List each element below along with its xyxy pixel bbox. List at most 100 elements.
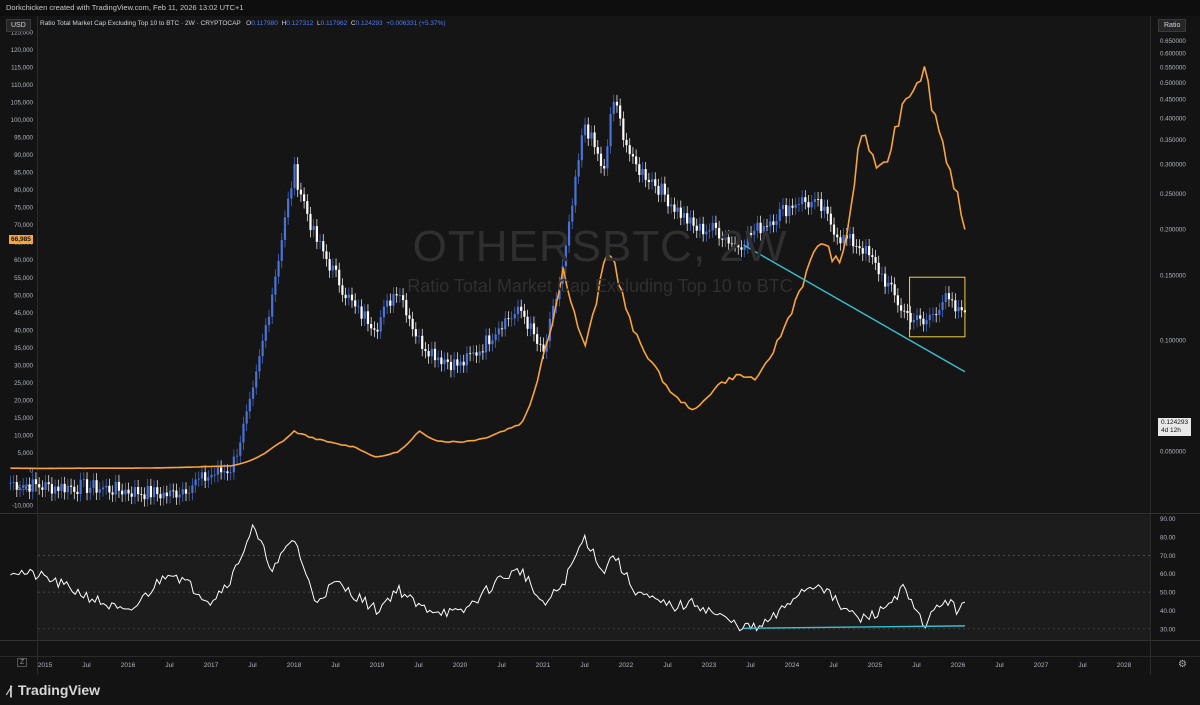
candle-body [216, 467, 220, 475]
time-tick-label: Jul [580, 662, 589, 669]
left-tick-label: 35,000 [14, 345, 33, 352]
candle-body [628, 145, 631, 155]
candle-body [124, 489, 127, 495]
candle-body [915, 315, 919, 321]
time-tick-label: 2018 [287, 662, 302, 669]
right-scale-label[interactable]: Ratio [1158, 19, 1187, 32]
candle-body [820, 199, 823, 211]
rsi-tick-label: 60.00 [1160, 571, 1176, 578]
rsi-tick-label: 40.00 [1160, 608, 1176, 615]
right-tick-label: 0.300000 [1160, 162, 1186, 169]
candle-body [184, 489, 188, 494]
close-value: 0.124293 [355, 20, 383, 27]
candle-body [28, 484, 31, 492]
candle-body [587, 124, 590, 139]
last-ratio-badge: 0.124293 4d 12h [1158, 418, 1192, 436]
candle-body [935, 314, 938, 316]
chart-canvas[interactable]: 125,000120,000115,000110,000105,000100,0… [0, 0, 1200, 705]
candle-body [101, 487, 105, 490]
left-tick-label: 15,000 [14, 415, 33, 422]
candle-body [267, 316, 271, 326]
time-tick-label: 2026 [951, 662, 966, 669]
candle-body [440, 357, 443, 365]
candle-body [481, 351, 484, 353]
right-tick-label: 0.350000 [1160, 137, 1186, 144]
time-tick-label: Jul [248, 662, 257, 669]
time-tick-label: Jul [663, 662, 672, 669]
candle-body [906, 310, 909, 313]
left-tick-label: 80,000 [14, 187, 33, 194]
tradingview-logo[interactable]: ⁄| TradingView [8, 682, 100, 698]
candle-body [210, 474, 213, 478]
right-tick-label: 0.050000 [1160, 448, 1186, 455]
candle-body [635, 156, 638, 165]
left-scale-label[interactable]: USD [6, 19, 31, 32]
candle-body [676, 207, 679, 212]
candle-body [156, 487, 159, 495]
candle-body [615, 101, 619, 106]
candle-body [590, 132, 593, 139]
candle-body [593, 132, 596, 148]
low-value: 0.117962 [320, 20, 348, 27]
candle-body [197, 478, 200, 480]
time-tick-label: 2019 [370, 662, 385, 669]
right-tick-label: 0.250000 [1160, 191, 1186, 198]
candle-body [938, 309, 941, 316]
symbol-title[interactable]: Ratio Total Market Cap Excluding Top 10 … [40, 20, 241, 27]
candle-body [794, 204, 797, 208]
left-tick-label: 25,000 [14, 380, 33, 387]
candle-body [880, 273, 884, 275]
candle-body [79, 479, 82, 494]
candle-body [89, 487, 92, 493]
candle-body [175, 490, 178, 498]
candle-body [465, 353, 469, 366]
rsi-tick-label: 80.00 [1160, 535, 1176, 542]
candle-body [424, 348, 427, 352]
candle-body [140, 494, 143, 495]
time-tick-label: 2021 [536, 662, 551, 669]
candle-body [449, 361, 453, 371]
candle-body [631, 154, 635, 157]
candle-body [532, 323, 536, 335]
time-tick-label: 2025 [868, 662, 883, 669]
candle-body [162, 492, 165, 499]
watermark-name: Ratio Total Market Cap Excluding Top 10 … [407, 276, 793, 296]
attribution-text: Dorkchicken created with TradingView.com… [6, 3, 244, 12]
candle-body [382, 306, 386, 318]
candle-body [536, 334, 539, 344]
candle-body [456, 359, 459, 366]
time-tick-label: Jul [1078, 662, 1087, 669]
candle-body [366, 311, 370, 325]
candle-body [200, 472, 204, 479]
candle-body [204, 472, 207, 481]
candle-body [666, 194, 670, 207]
candle-body [137, 487, 140, 495]
change-value: +0.006331 (+5.37%) [386, 20, 446, 27]
candle-body [957, 307, 960, 312]
candle-body [619, 105, 622, 119]
candle-body [571, 205, 574, 222]
candle-body [781, 205, 785, 210]
candle-body [376, 329, 379, 332]
candle-body [574, 176, 577, 206]
candle-body [363, 311, 366, 319]
candle-body [408, 315, 411, 319]
candle-body [117, 481, 121, 491]
gear-icon[interactable]: ⚙ [1178, 659, 1187, 670]
candle-body [207, 477, 210, 481]
candle-body [816, 199, 820, 200]
candle-body [261, 340, 264, 357]
candle-body [130, 493, 133, 497]
candle-body [165, 492, 168, 497]
candle-body [242, 423, 245, 443]
candle-body [293, 164, 296, 189]
zoom-icon[interactable]: Z [17, 658, 28, 667]
candle-body [98, 489, 101, 493]
candle-body [168, 490, 172, 497]
symbol-header[interactable]: Ratio Total Market Cap Excluding Top 10 … [40, 20, 446, 27]
right-tick-label: 0.600000 [1160, 51, 1186, 58]
time-tick-label: Jul [497, 662, 506, 669]
candle-body [172, 490, 175, 492]
candle-body [453, 359, 456, 371]
candle-body [951, 299, 954, 301]
